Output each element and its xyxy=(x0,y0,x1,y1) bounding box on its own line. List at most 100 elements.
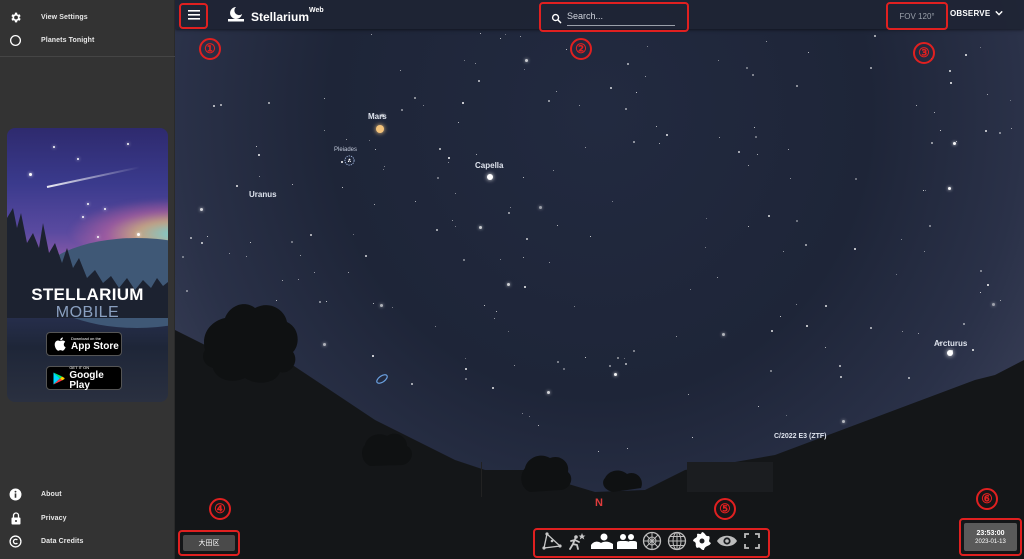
background-star xyxy=(718,60,720,62)
background-star xyxy=(808,51,810,53)
background-star xyxy=(282,279,284,281)
location-button[interactable]: 大田区 xyxy=(178,530,240,556)
observe-menu-button[interactable]: OBSERVE xyxy=(950,9,1004,18)
date-value: 2023-01-13 xyxy=(975,538,1006,545)
background-star xyxy=(495,311,497,313)
background-star xyxy=(229,253,231,255)
annotation-4: ④ xyxy=(209,498,231,520)
background-star xyxy=(447,156,450,159)
background-star xyxy=(451,220,453,222)
background-star xyxy=(523,177,525,179)
background-star xyxy=(461,102,464,105)
background-star xyxy=(675,336,677,338)
menu-button[interactable] xyxy=(179,3,208,29)
equatorial-grid-button[interactable] xyxy=(666,531,688,554)
background-star xyxy=(235,185,238,188)
app-store-big-text: App Store xyxy=(71,340,119,352)
sidebar-item-data-credits[interactable]: Data Credits xyxy=(0,530,175,552)
sidebar-item-privacy[interactable]: Privacy xyxy=(0,507,175,529)
promo-star xyxy=(53,146,55,148)
search-input[interactable] xyxy=(567,9,675,23)
background-star xyxy=(455,226,457,228)
gear-icon xyxy=(9,11,22,24)
background-star xyxy=(364,255,367,258)
sky-view[interactable]: Mars Pleiades Capella Uranus Arcturus C/… xyxy=(175,0,1024,559)
background-star xyxy=(345,138,347,140)
sidebar-item-label: Privacy xyxy=(41,514,67,522)
background-star xyxy=(785,414,787,416)
star-arcturus[interactable] xyxy=(947,350,953,356)
sky-label-comet[interactable]: C/2022 E3 (ZTF) xyxy=(774,433,827,440)
pleiades-cluster-icon[interactable] xyxy=(344,155,355,166)
background-star xyxy=(299,254,301,256)
background-star xyxy=(524,58,528,62)
background-star xyxy=(721,332,725,336)
background-star xyxy=(245,256,247,258)
background-star xyxy=(980,270,983,273)
azimuthal-grid-button[interactable] xyxy=(641,531,663,554)
background-star xyxy=(415,201,417,202)
background-star xyxy=(825,304,828,307)
background-star xyxy=(186,290,189,293)
background-star xyxy=(399,69,401,71)
background-star xyxy=(439,148,442,151)
background-star xyxy=(549,261,551,263)
datetime-button[interactable]: 23:53:00 2023-01-13 xyxy=(959,518,1022,556)
background-star xyxy=(962,323,965,326)
google-play-button[interactable]: GET IT ON Google Play xyxy=(46,365,122,390)
background-star xyxy=(841,419,845,423)
time-value: 23:53:00 xyxy=(976,529,1005,537)
background-star xyxy=(985,130,988,133)
sidebar-item-about[interactable]: About xyxy=(0,483,175,505)
sky-label-arcturus[interactable]: Arcturus xyxy=(934,339,967,348)
background-star xyxy=(597,451,599,453)
background-star xyxy=(929,224,932,227)
sidebar-item-view-settings[interactable]: View Settings xyxy=(0,6,175,28)
background-star xyxy=(341,187,343,189)
deep-sky-objects-icon xyxy=(692,531,712,556)
galaxy-marker-icon[interactable] xyxy=(374,372,390,386)
app-name-text: Stellarium xyxy=(251,9,310,24)
background-star xyxy=(507,330,509,332)
background-star xyxy=(589,236,591,238)
sky-label-capella[interactable]: Capella xyxy=(475,161,503,170)
deep-sky-objects-button[interactable] xyxy=(691,531,713,556)
background-star xyxy=(491,387,494,390)
landscape-button[interactable] xyxy=(591,532,613,554)
background-star xyxy=(783,251,785,253)
background-star xyxy=(324,129,326,131)
background-star xyxy=(1010,99,1012,101)
background-star xyxy=(565,48,567,50)
night-mode-button[interactable] xyxy=(716,532,738,554)
fov-indicator[interactable]: FOV 120° xyxy=(886,2,948,30)
background-star xyxy=(475,154,477,156)
background-star xyxy=(991,303,995,307)
north-cardinal-marker: N xyxy=(595,497,603,509)
stellarium-mobile-promo[interactable]: STELLARIUM MOBILE Download on the App St… xyxy=(7,128,168,402)
background-star xyxy=(505,34,507,36)
background-star xyxy=(838,365,841,368)
fullscreen-button[interactable] xyxy=(741,532,763,554)
background-star xyxy=(632,349,635,352)
star-capella[interactable] xyxy=(487,174,493,180)
app-store-button[interactable]: Download on the App Store xyxy=(46,332,122,356)
background-star xyxy=(479,33,481,35)
promo-star xyxy=(77,158,79,160)
background-star xyxy=(507,282,511,286)
sky-label-pleiades[interactable]: Pleiades xyxy=(334,147,357,153)
background-star xyxy=(953,142,957,146)
constellation-lines-button[interactable] xyxy=(541,531,563,554)
promo-subtitle: MOBILE xyxy=(55,304,120,321)
search-field[interactable] xyxy=(539,2,689,32)
sidebar-item-planets-tonight[interactable]: Planets Tonight xyxy=(0,29,175,51)
sky-label-uranus[interactable]: Uranus xyxy=(249,190,277,199)
atmosphere-button[interactable] xyxy=(616,532,638,554)
planet-mars[interactable] xyxy=(376,125,384,133)
sidebar: View Settings Planets Tonight STELLARIUM… xyxy=(0,0,175,559)
app-root: View Settings Planets Tonight STELLARIUM… xyxy=(0,0,1024,559)
constellation-art-button[interactable] xyxy=(566,532,588,554)
copyright-icon xyxy=(9,534,22,548)
landscape-icon xyxy=(591,532,613,555)
sky-label-mars[interactable]: Mars xyxy=(368,112,387,121)
constellation-art-icon xyxy=(567,532,587,555)
